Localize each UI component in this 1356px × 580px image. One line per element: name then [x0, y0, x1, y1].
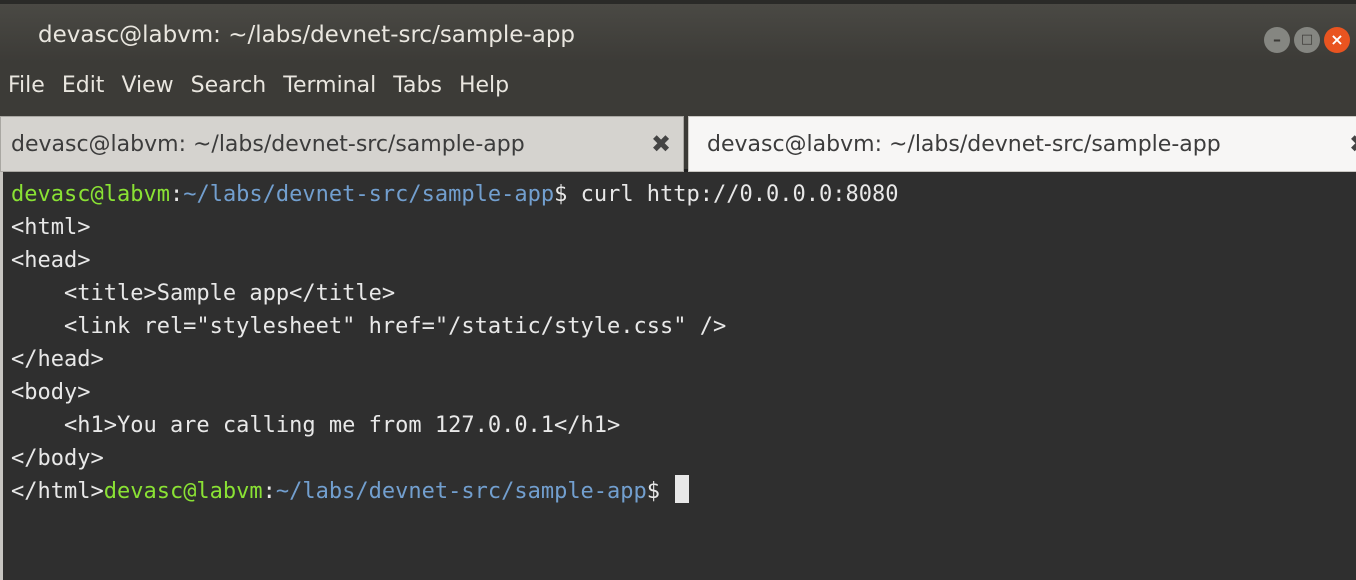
- menu-search[interactable]: Search: [191, 73, 267, 99]
- tab-label: devasc@labvm: ~/labs/devnet-src/sample-a…: [11, 131, 525, 157]
- command-text: curl http://0.0.0.0:8080: [580, 182, 899, 207]
- window-controls: – □ ×: [1264, 27, 1356, 55]
- menu-tabs[interactable]: Tabs: [393, 73, 442, 99]
- output-tail: </html>: [11, 479, 104, 504]
- title-bar[interactable]: devasc@labvm: ~/labs/devnet-src/sample-a…: [0, 0, 1356, 62]
- menu-terminal[interactable]: Terminal: [283, 73, 376, 99]
- maximize-icon[interactable]: □: [1294, 27, 1320, 53]
- menu-file[interactable]: File: [8, 73, 45, 99]
- output-line: <h1>You are calling me from 127.0.0.1</h…: [11, 413, 621, 438]
- tab-2[interactable]: devasc@labvm: ~/labs/devnet-src/sample-a…: [688, 116, 1356, 172]
- prompt-symbol: $: [554, 182, 581, 207]
- close-icon[interactable]: ×: [1324, 27, 1350, 53]
- prompt-user: devasc@labvm: [103, 479, 263, 504]
- output-line: <body>: [11, 380, 91, 405]
- text-cursor: [675, 475, 690, 503]
- output-line: <head>: [11, 248, 91, 273]
- output-line: <link rel="stylesheet" href="/static/sty…: [11, 314, 727, 339]
- tab-1[interactable]: devasc@labvm: ~/labs/devnet-src/sample-a…: [0, 116, 684, 172]
- prompt-path: ~/labs/devnet-src/sample-app: [275, 479, 647, 504]
- output-line: <html>: [11, 215, 91, 240]
- prompt-path: ~/labs/devnet-src/sample-app: [183, 182, 555, 207]
- output-line: </body>: [11, 446, 104, 471]
- tab-bar: devasc@labvm: ~/labs/devnet-src/sample-a…: [0, 110, 1356, 172]
- prompt-user: devasc@labvm: [11, 182, 170, 207]
- window-title: devasc@labvm: ~/labs/devnet-src/sample-a…: [38, 22, 576, 48]
- prompt-symbol: $: [646, 479, 674, 504]
- terminal-output[interactable]: devasc@labvm:~/labs/devnet-src/sample-ap…: [0, 172, 1356, 580]
- tab-label: devasc@labvm: ~/labs/devnet-src/sample-a…: [707, 131, 1221, 157]
- command-line: devasc@labvm:~/labs/devnet-src/sample-ap…: [3, 178, 1356, 211]
- tab-close-icon[interactable]: ✖: [1349, 130, 1356, 158]
- output-line: <title>Sample app</title>: [11, 281, 396, 306]
- output-line: </head>: [11, 347, 104, 372]
- prompt-separator: :: [169, 182, 184, 207]
- prompt-separator: :: [262, 479, 276, 504]
- menu-help[interactable]: Help: [459, 73, 509, 99]
- menu-view[interactable]: View: [121, 73, 173, 99]
- tab-close-icon[interactable]: ✖: [651, 130, 671, 158]
- menu-edit[interactable]: Edit: [62, 73, 105, 99]
- prompt-line: </html>devasc@labvm:~/labs/devnet-src/sa…: [3, 475, 1356, 508]
- minimize-icon[interactable]: –: [1264, 27, 1290, 53]
- menu-bar: File Edit View Search Terminal Tabs Help: [0, 62, 1356, 110]
- terminal-window: devasc@labvm: ~/labs/devnet-src/sample-a…: [0, 0, 1356, 580]
